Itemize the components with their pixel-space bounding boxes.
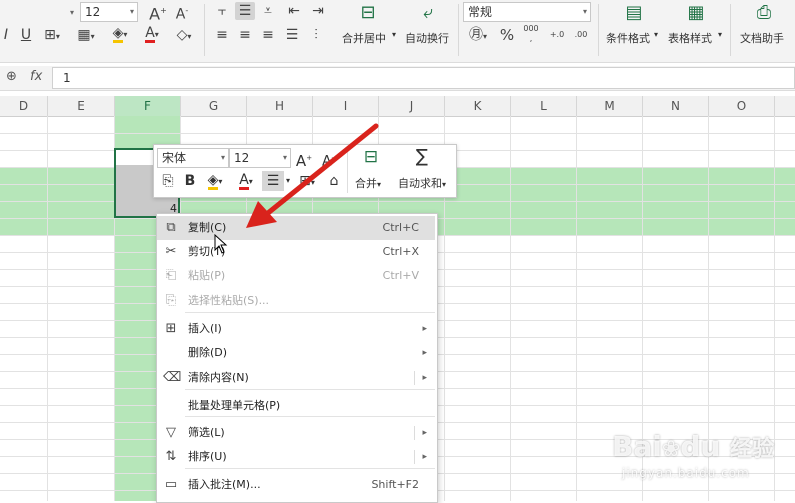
mouse-cursor-icon: [214, 234, 228, 254]
annotation-arrow: [246, 123, 379, 228]
arrow-head: [246, 201, 277, 228]
arrow-shaft: [265, 123, 379, 216]
